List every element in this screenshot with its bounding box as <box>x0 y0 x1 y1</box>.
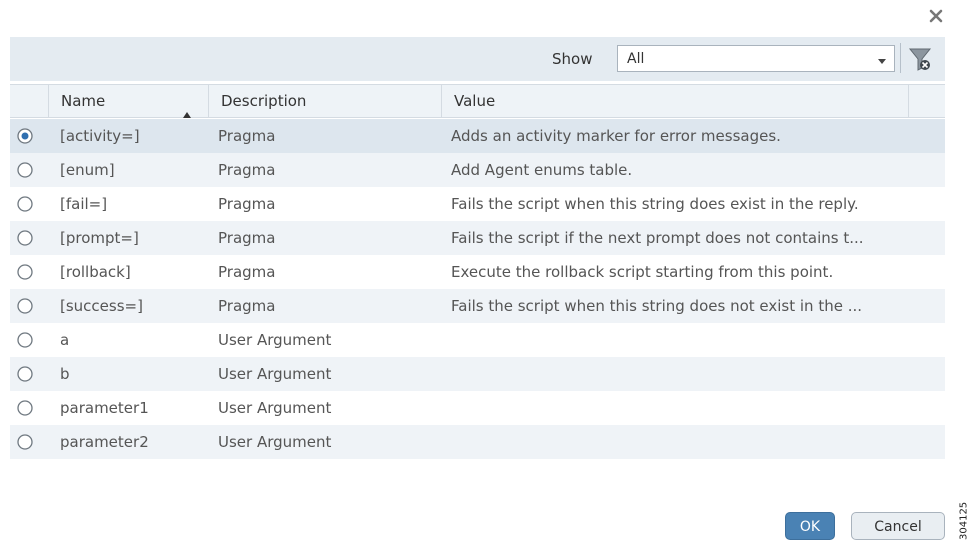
cell-value <box>451 323 911 357</box>
table-row[interactable]: parameter1 User Argument <box>10 391 945 425</box>
table-row[interactable]: [success=] Pragma Fails the script when th… <box>10 289 945 323</box>
table-body: [activity=] Pragma Adds an activity marker… <box>10 119 945 459</box>
toolbar: Show All <box>10 37 945 81</box>
column-header-value-label: Value <box>454 92 496 110</box>
cancel-button[interactable]: Cancel <box>851 512 945 540</box>
cell-name: parameter2 <box>60 433 149 451</box>
cell-name: a <box>60 331 70 349</box>
cell-description: User Argument <box>218 365 332 383</box>
radio-icon[interactable] <box>16 365 34 383</box>
cell-value <box>451 391 911 425</box>
show-label: Show <box>552 50 593 68</box>
cell-name: [fail=] <box>60 195 108 213</box>
column-header-description[interactable]: Description <box>208 85 441 117</box>
column-header-description-label: Description <box>221 92 307 110</box>
cell-description: Pragma <box>218 161 276 179</box>
radio-icon[interactable] <box>16 331 34 349</box>
close-icon[interactable] <box>925 5 947 27</box>
radio-icon[interactable] <box>16 399 34 417</box>
cell-value: Fails the script when this string does e… <box>451 195 859 213</box>
radio-icon[interactable] <box>16 161 34 179</box>
cell-value: Fails the script if the next prompt does… <box>451 229 864 247</box>
radio-icon[interactable] <box>16 297 34 315</box>
cell-name: [success=] <box>60 297 143 315</box>
cell-value <box>451 357 911 391</box>
cell-value: Fails the script when this string does n… <box>451 297 863 315</box>
cell-description: Pragma <box>218 195 276 213</box>
cell-name: [prompt=] <box>60 229 139 247</box>
cell-name: b <box>60 365 70 383</box>
table-row[interactable]: a User Argument <box>10 323 945 357</box>
chevron-down-icon <box>876 52 888 71</box>
cell-value <box>451 425 911 459</box>
table-row[interactable]: b User Argument <box>10 357 945 391</box>
show-filter-select[interactable]: All <box>617 45 895 72</box>
filter-icon[interactable] <box>905 44 935 74</box>
cell-name: parameter1 <box>60 399 149 417</box>
cell-name: [rollback] <box>60 263 131 281</box>
figure-id: 304125 <box>958 501 970 541</box>
cell-description: User Argument <box>218 331 332 349</box>
radio-icon[interactable] <box>16 263 34 281</box>
cell-description: Pragma <box>218 127 276 145</box>
column-header-value[interactable]: Value <box>441 85 909 117</box>
table-header: Name Description Value <box>10 84 945 118</box>
table-row[interactable]: [prompt=] Pragma Fails the script if the n… <box>10 221 945 255</box>
cell-description: Pragma <box>218 229 276 247</box>
table-row[interactable]: [rollback] Pragma Execute the rollback scr… <box>10 255 945 289</box>
toolbar-divider <box>900 43 901 73</box>
cell-value: Execute the rollback script starting fro… <box>451 263 834 281</box>
column-header-name[interactable]: Name <box>48 85 208 118</box>
cell-value: Adds an activity marker for error messag… <box>451 127 781 145</box>
cell-value: Add Agent enums table. <box>451 161 633 179</box>
ok-button[interactable]: OK <box>785 512 835 540</box>
show-filter-value: All <box>627 51 645 67</box>
cell-name: [activity=] <box>60 127 140 145</box>
cell-description: Pragma <box>218 263 276 281</box>
radio-icon[interactable] <box>16 229 34 247</box>
radio-icon[interactable] <box>16 433 34 451</box>
radio-selected-icon[interactable] <box>16 127 34 145</box>
radio-icon[interactable] <box>16 195 34 213</box>
table-row[interactable]: [fail=] Pragma Fails the script when this … <box>10 187 945 221</box>
cell-description: Pragma <box>218 297 276 315</box>
table-row[interactable]: [activity=] Pragma Adds an activity marker… <box>10 119 945 153</box>
column-header-name-label: Name <box>61 92 106 110</box>
cell-description: User Argument <box>218 433 332 451</box>
table-row[interactable]: [enum] Pragma Add Agent enums table. <box>10 153 945 187</box>
cell-description: User Argument <box>218 399 332 417</box>
table-row[interactable]: parameter2 User Argument <box>10 425 945 459</box>
cell-name: [enum] <box>60 161 115 179</box>
